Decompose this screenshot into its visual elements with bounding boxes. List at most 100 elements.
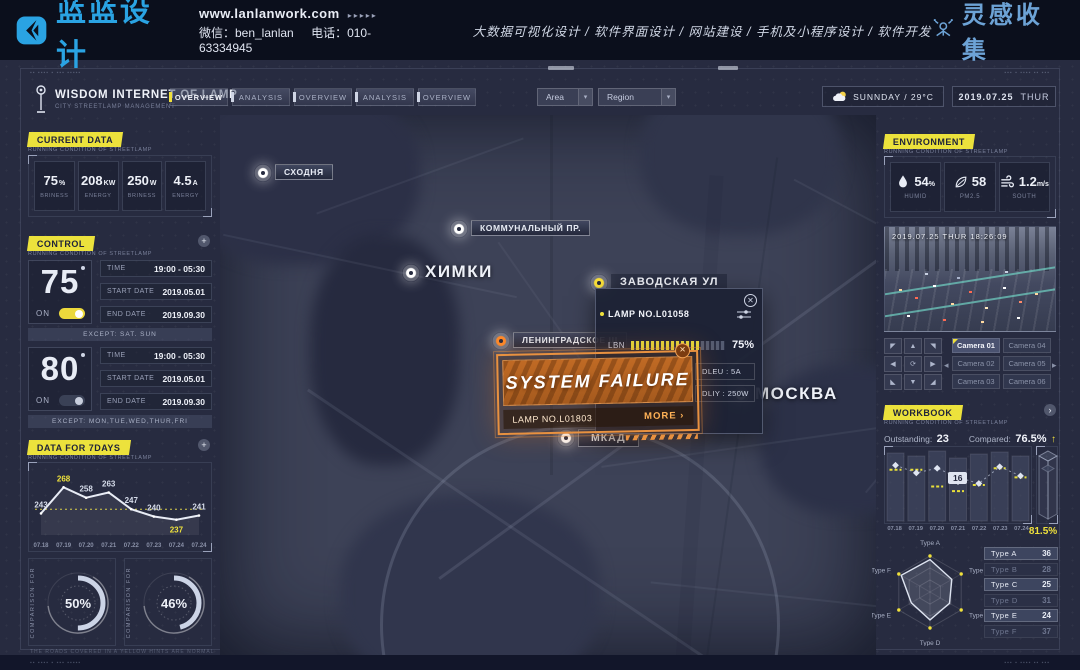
dpad-button-5[interactable]: ⟳ bbox=[904, 356, 922, 372]
workbook-x-label: 07.19 bbox=[905, 526, 926, 532]
type-row-type-f[interactable]: Type F37 bbox=[984, 625, 1058, 638]
workbook-next-button[interactable]: › bbox=[1044, 404, 1056, 416]
radar-svg: Type AType BType CType DType EType F bbox=[872, 538, 994, 646]
tab-overview-2[interactable]: OVERVIEW bbox=[294, 88, 352, 106]
tab-tick-icon bbox=[231, 92, 234, 102]
svg-text:07.22: 07.22 bbox=[124, 543, 140, 549]
map-pin-3[interactable] bbox=[402, 264, 420, 282]
map-label[interactable]: СХОДНЯ bbox=[275, 164, 333, 180]
time-row: TIME19:00 - 05:30 bbox=[100, 347, 212, 364]
popup-stat: DLEU : 5A bbox=[695, 363, 755, 380]
dpad-button-1[interactable]: ◤ bbox=[884, 338, 902, 354]
tab-analysis-1[interactable]: ANALYSIS bbox=[232, 88, 290, 106]
compared-label: Compared: bbox=[969, 434, 1011, 444]
control-subtitle: RUNNING CONDITION OF STREETLAMP bbox=[28, 251, 152, 257]
collect-text: 灵感收集 bbox=[962, 0, 1064, 65]
camera-button-3[interactable]: Camera 03 bbox=[952, 374, 1000, 389]
dpad-button-2[interactable]: ▲ bbox=[904, 338, 922, 354]
dpad-button-9[interactable]: ◢ bbox=[924, 374, 942, 390]
camera-button-5[interactable]: Camera 05 bbox=[1003, 356, 1051, 371]
svg-text:Type E: Type E bbox=[872, 613, 892, 620]
map-label[interactable]: МОСКВА bbox=[755, 384, 838, 404]
environment-badge: ENVIRONMENT bbox=[883, 134, 975, 149]
area-dropdown[interactable]: Area ▾ bbox=[537, 88, 593, 106]
env-label: SOUTH bbox=[1012, 194, 1036, 200]
schedule-toggle[interactable] bbox=[59, 308, 85, 319]
sliders-icon[interactable] bbox=[736, 309, 752, 320]
traffic-lights-decor bbox=[885, 227, 888, 229]
line-chart-svg: 24307.1826807.1925807.2026307.2124707.22… bbox=[29, 463, 211, 551]
tab-analysis-3[interactable]: ANALYSIS bbox=[356, 88, 414, 106]
dpad-button-6[interactable]: ▶ bbox=[924, 356, 942, 372]
workbook-x-label: 07.20 bbox=[926, 526, 947, 532]
gauge-ring bbox=[43, 559, 113, 647]
camera-button-1[interactable]: Camera 01 bbox=[952, 338, 1000, 353]
prism-svg bbox=[1037, 447, 1059, 525]
map-pin-5[interactable] bbox=[492, 332, 510, 350]
environment-subtitle: RUNNING CONDITION OF STREETLAMP bbox=[884, 149, 1008, 155]
camera-button-2[interactable]: Camera 02 bbox=[952, 356, 1000, 371]
stat-value: 4.5A bbox=[174, 173, 198, 188]
toggle-label: ON bbox=[36, 309, 50, 318]
map-region-shade bbox=[640, 115, 840, 235]
control-add-button[interactable]: + bbox=[198, 235, 210, 247]
lamp-popup-title: LAMP NO.L01058 bbox=[608, 309, 689, 319]
schedule-toggle[interactable] bbox=[59, 395, 85, 406]
map-pin-2[interactable] bbox=[450, 220, 468, 238]
workbook-x-label: 07.23 bbox=[990, 526, 1011, 532]
environment-tiles: 54%HUMID58PM2.51.2m/sSOUTH bbox=[885, 157, 1055, 217]
map-label[interactable]: ХИМКИ bbox=[425, 262, 493, 282]
brand-logo-icon bbox=[14, 11, 50, 49]
camera-button-6[interactable]: Camera 06 bbox=[1003, 374, 1051, 389]
type-row-type-a[interactable]: Type A36 bbox=[984, 547, 1058, 560]
outstanding-label: Outstanding: bbox=[884, 434, 932, 444]
camera-next-icon[interactable]: ▸ bbox=[1052, 360, 1057, 371]
frame-microtext: ▪▪▪ ▪ ▪▪▪▪ ▪▪ ▪▪▪ bbox=[1004, 70, 1050, 76]
camera-prev-icon[interactable]: ◂ bbox=[944, 360, 949, 371]
svg-text:240: 240 bbox=[147, 504, 161, 513]
date-text: 2019.07.25 bbox=[958, 92, 1013, 102]
current-data-badge: CURRENT DATA bbox=[27, 132, 123, 147]
svg-text:Type D: Type D bbox=[920, 640, 941, 646]
frame-mark bbox=[718, 66, 738, 70]
dashboard: ▪▪ ▪▪▪▪ ▪ ▪▪▪ ▪▪▪▪▪ ▪▪▪ ▪ ▪▪▪▪ ▪▪ ▪▪▪ WI… bbox=[0, 60, 1080, 670]
tab-tick-icon bbox=[169, 92, 172, 102]
dpad-button-4[interactable]: ◀ bbox=[884, 356, 902, 372]
map-pin-1[interactable] bbox=[254, 164, 272, 182]
svg-text:Type F: Type F bbox=[872, 568, 891, 575]
workbook-stats: Outstanding: 23 Compared: 76.5% ↑ bbox=[884, 429, 1056, 447]
type-row-type-d[interactable]: Type D31 bbox=[984, 594, 1058, 607]
comparison-gauges: COMPARISON FOR50%COMPARISON FOR46% bbox=[28, 558, 212, 646]
map-label[interactable]: КОММУНАЛЬНЫЙ ПР. bbox=[471, 220, 590, 236]
dpad-button-8[interactable]: ▼ bbox=[904, 374, 922, 390]
except-days: EXCEPT: SAT. SUN bbox=[28, 328, 212, 341]
current-stat-tile: 75%BRINESS bbox=[34, 161, 75, 211]
brightness-level-box: 75 ON bbox=[28, 260, 92, 324]
collect-star-icon bbox=[931, 17, 956, 43]
type-row-type-b[interactable]: Type B28 bbox=[984, 563, 1058, 576]
brand-logo-text: 蓝蓝设计 bbox=[56, 0, 177, 74]
data-7days-add-button[interactable]: + bbox=[198, 439, 210, 451]
tab-overview-4[interactable]: OVERVIEW bbox=[418, 88, 476, 106]
camera-feed[interactable]: 2019.07.25 THUR 18:26:09 bbox=[884, 226, 1056, 332]
more-button[interactable]: MORE › bbox=[644, 410, 685, 422]
current-data-panel: 75%BRINESS208KWENERGY250WBRINESS4.5AENER… bbox=[28, 155, 212, 217]
tab-overview-0[interactable]: OVERVIEW bbox=[170, 88, 228, 106]
svg-text:07.18: 07.18 bbox=[33, 543, 49, 549]
type-value: 25 bbox=[1042, 580, 1051, 589]
svg-text:07.20: 07.20 bbox=[79, 543, 95, 549]
dpad-button-3[interactable]: ◥ bbox=[924, 338, 942, 354]
dpad-button-7[interactable]: ◣ bbox=[884, 374, 902, 390]
close-icon[interactable]: ✕ bbox=[744, 294, 757, 307]
brightness-level-box: 80 ON bbox=[28, 347, 92, 411]
svg-text:247: 247 bbox=[125, 496, 139, 505]
outstanding-value: 23 bbox=[937, 433, 949, 445]
camera-button-4[interactable]: Camera 04 bbox=[1003, 338, 1051, 353]
environment-stat-tile: 58PM2.5 bbox=[944, 162, 995, 212]
banner-site[interactable]: www.lanlanwork.com bbox=[199, 6, 340, 21]
wechat-label: 微信： bbox=[199, 26, 235, 40]
arrow-up-icon: ↑ bbox=[1051, 434, 1056, 445]
type-row-type-e[interactable]: Type E24 bbox=[984, 609, 1058, 622]
type-row-type-c[interactable]: Type C25 bbox=[984, 578, 1058, 591]
region-dropdown[interactable]: Region ▾ bbox=[598, 88, 676, 106]
